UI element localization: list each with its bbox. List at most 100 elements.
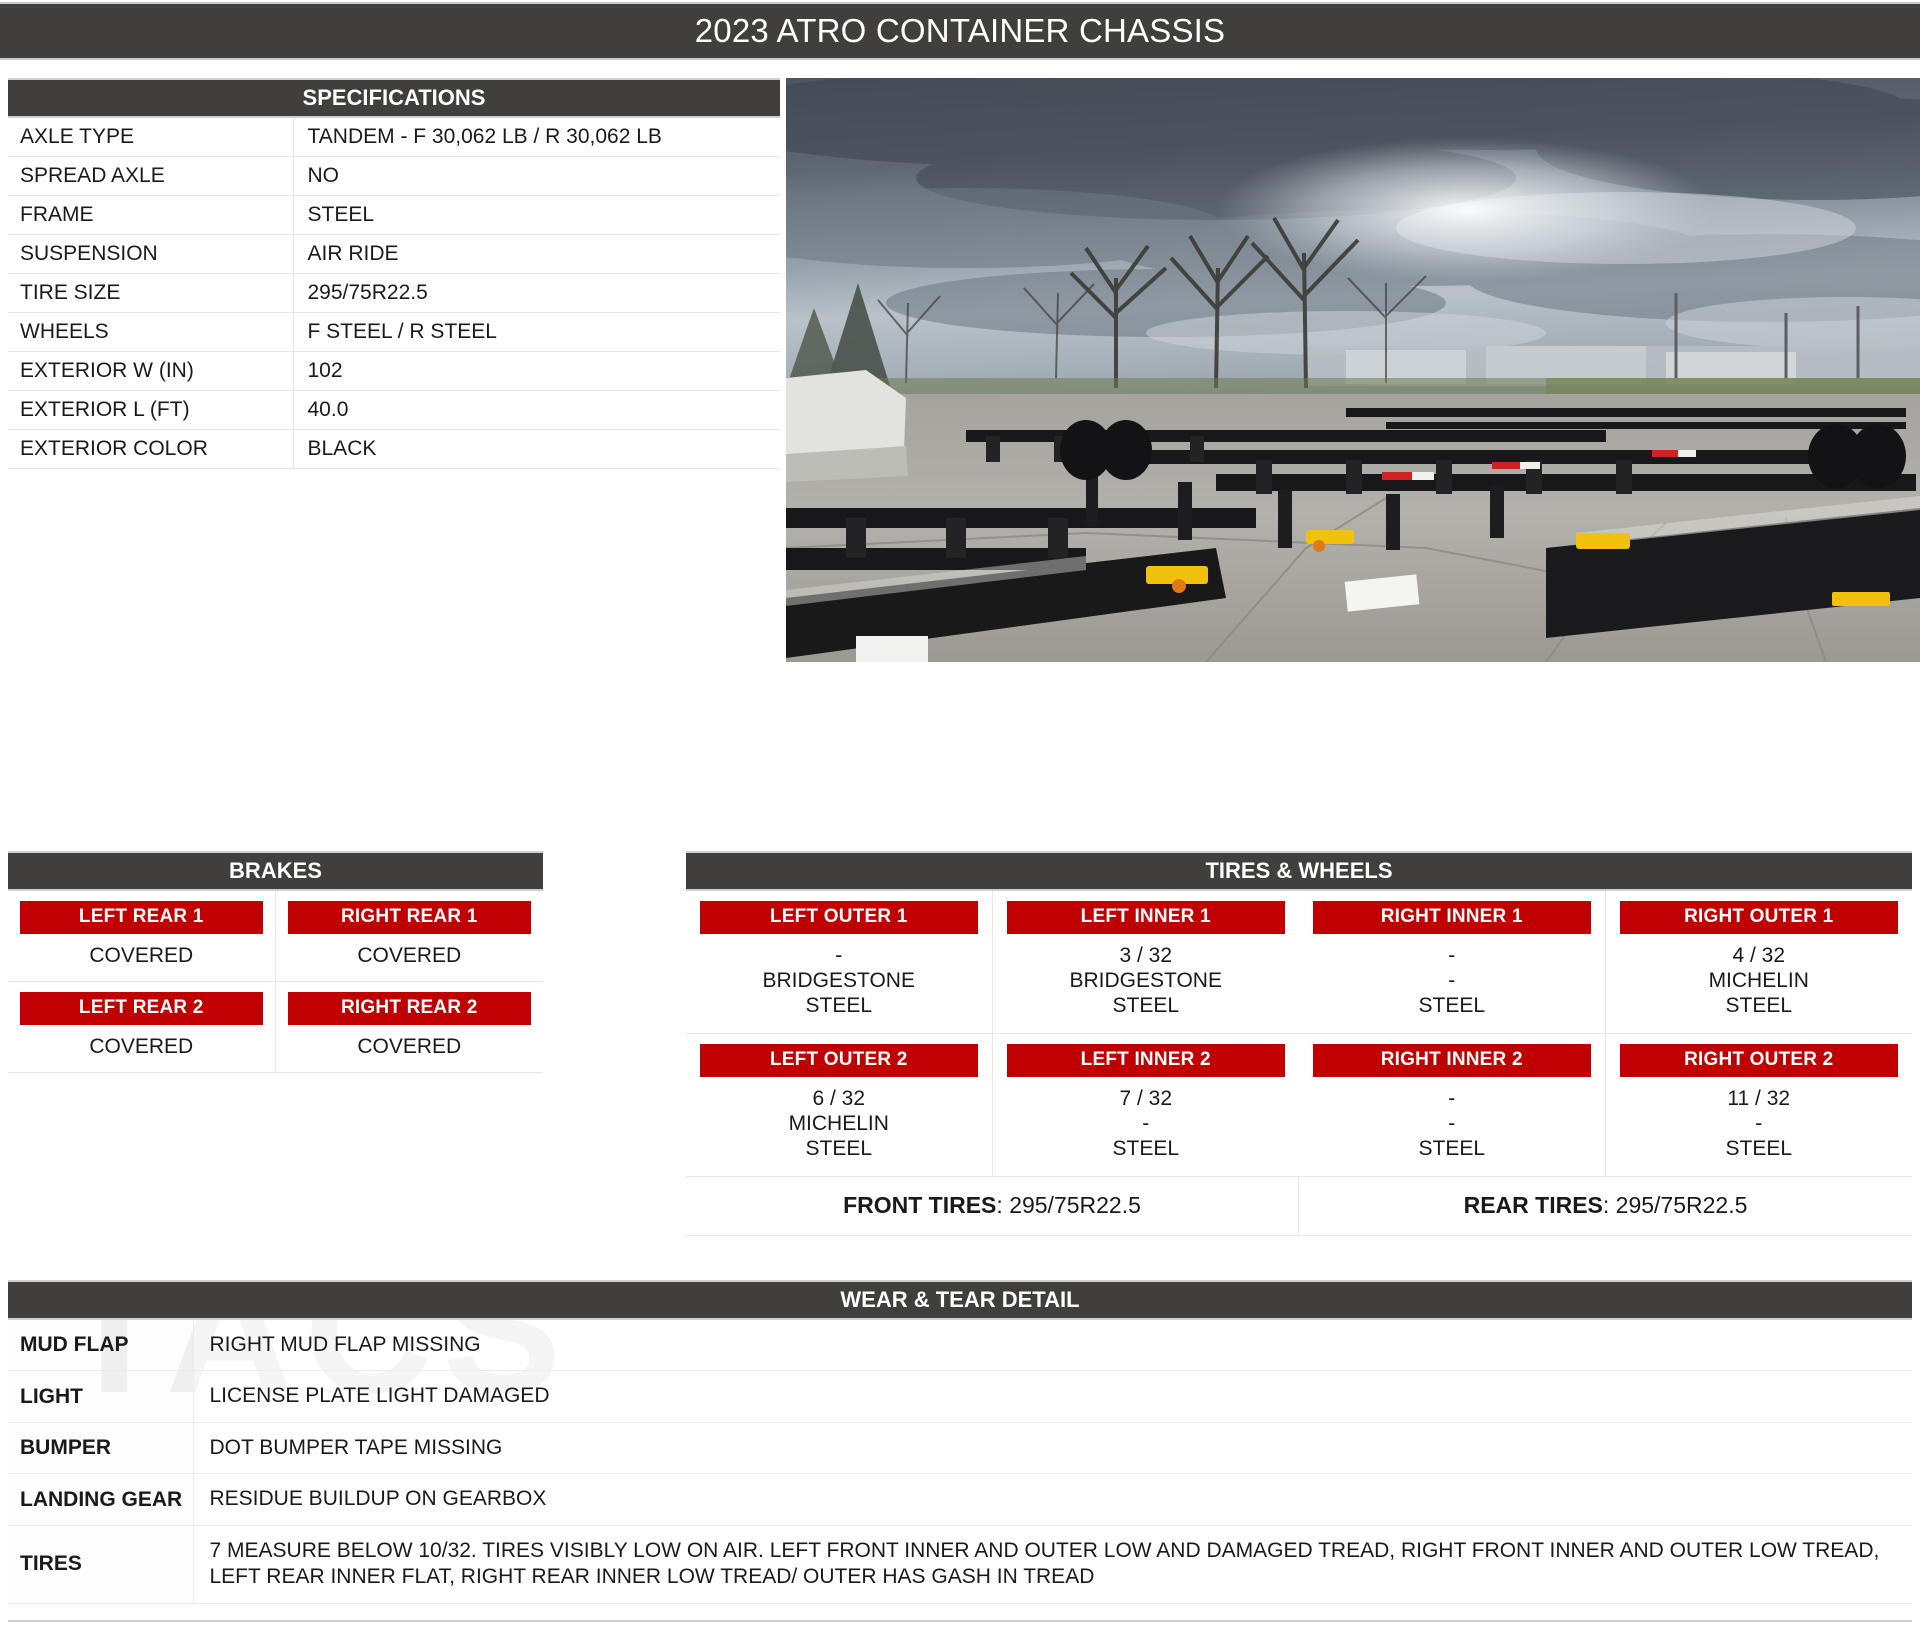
- tire-cell: LEFT OUTER 2 6 / 32 MICHELIN STEEL: [686, 1034, 993, 1177]
- spec-label: SPREAD AXLE: [8, 156, 294, 196]
- brake-cell: RIGHT REAR 1 COVERED: [275, 891, 543, 982]
- tire-brand: -: [1448, 969, 1456, 992]
- spec-label: EXTERIOR COLOR: [8, 429, 294, 469]
- brake-cell: LEFT REAR 1 COVERED: [8, 891, 276, 982]
- wear-tear-label: MUD FLAP: [8, 1320, 194, 1372]
- tire-brand: MICHELIN: [1708, 969, 1809, 992]
- page-bottom-rule: [8, 1619, 1912, 1622]
- tire-brand: -: [1755, 1112, 1763, 1135]
- tire-brand: -: [1142, 1112, 1150, 1135]
- front-tires-colon: :: [996, 1192, 1010, 1218]
- wear-tear-row: LANDING GEAR RESIDUE BUILDUP ON GEARBOX: [8, 1473, 1912, 1526]
- spec-value: 102: [293, 351, 780, 391]
- spec-row: SUSPENSION AIR RIDE: [8, 234, 780, 274]
- specifications-heading: SPECIFICATIONS: [8, 78, 780, 118]
- wear-tear-table: MUD FLAP RIGHT MUD FLAP MISSING LIGHT LICEN…: [8, 1320, 1912, 1604]
- tire-position-label: RIGHT INNER 1: [1313, 901, 1591, 934]
- spec-label: EXTERIOR W (IN): [8, 351, 294, 391]
- brake-cell: LEFT REAR 2 COVERED: [8, 982, 276, 1073]
- wear-tear-row: MUD FLAP RIGHT MUD FLAP MISSING: [8, 1320, 1912, 1372]
- brake-position-label: RIGHT REAR 1: [287, 901, 531, 934]
- spec-row: EXTERIOR COLOR BLACK: [8, 429, 780, 469]
- brake-cell: RIGHT REAR 2 COVERED: [275, 982, 543, 1073]
- tire-tread-depth: -: [1448, 944, 1456, 967]
- wheel-material: STEEL: [1112, 1137, 1180, 1160]
- spec-value: 295/75R22.5: [293, 273, 780, 313]
- wear-tear-section: TACS WEAR & TEAR DETAIL MUD FLAPRIGHT MU…: [8, 1280, 1912, 1622]
- tire-cell: RIGHT INNER 1- - STEEL: [1299, 891, 1606, 1034]
- brakes-section: BRAKES LEFT REAR 1 COVERED RIGHT REAR 1 COV…: [8, 851, 543, 1073]
- brake-position-label: LEFT REAR 1: [20, 901, 263, 934]
- tire-position-label: LEFT OUTER 1: [700, 901, 978, 934]
- wear-tear-value: RIGHT MUD FLAP MISSING: [193, 1320, 1912, 1372]
- brakes-heading: BRAKES: [8, 851, 543, 891]
- wear-tear-row: BUMPER DOT BUMPER TAPE MISSING: [8, 1422, 1912, 1475]
- tire-brand: MICHELIN: [788, 1112, 889, 1135]
- wear-tear-row: TIRES 7 MEASURE BELOW 10/32. TIRES VISIBL…: [8, 1525, 1912, 1604]
- spec-row: FRAME STEEL: [8, 195, 780, 235]
- spec-value: BLACK: [293, 429, 780, 469]
- tires-wheels-heading: TIRES & WHEELS: [686, 851, 1912, 891]
- wear-tear-value: DOT BUMPER TAPE MISSING: [193, 1422, 1912, 1475]
- spec-label: TIRE SIZE: [8, 273, 294, 313]
- tire-tread-depth: 6 / 32: [812, 1087, 866, 1110]
- wheel-material: STEEL: [1725, 994, 1793, 1017]
- tire-cell: RIGHT OUTER 1 4 / 32 MICHELIN STEEL: [1605, 891, 1912, 1034]
- rear-tires-colon: :: [1602, 1192, 1616, 1218]
- spec-value: NO: [293, 156, 780, 196]
- wear-tear-body: WEAR & TEAR DETAIL MUD FLAP RIGHT MUD FLA…: [8, 1280, 1912, 1622]
- tire-position-label: LEFT INNER 2: [1006, 1044, 1285, 1077]
- spec-row: AXLE TYPE TANDEM - F 30,062 LB / R 30,062…: [8, 118, 780, 157]
- specifications-table: AXLE TYPE TANDEM - F 30,062 LB / R 30,062…: [8, 118, 780, 469]
- wheel-material: STEEL: [1725, 1137, 1793, 1160]
- tire-brand: BRIDGESTONE: [762, 969, 915, 992]
- wear-tear-value: RESIDUE BUILDUP ON GEARBOX: [193, 1473, 1912, 1526]
- tire-cell: LEFT OUTER 1 - BRIDGESTONE STEEL: [686, 891, 993, 1034]
- tire-cell: LEFT INNER 1 3 / 32 BRIDGESTONE STEEL: [992, 891, 1299, 1034]
- spec-row: EXTERIOR W (IN) 102: [8, 351, 780, 391]
- brake-status: COVERED: [89, 1035, 194, 1058]
- wear-tear-heading: WEAR & TEAR DETAIL: [8, 1280, 1912, 1320]
- front-tires-label: FRONT TIRES: [843, 1192, 997, 1218]
- spec-label: WHEELS: [8, 312, 294, 352]
- tire-brand: BRIDGESTONE: [1069, 969, 1222, 992]
- rear-tires-value: 295/75R22.5: [1615, 1192, 1748, 1218]
- tires-wheels-section: TIRES & WHEELS LEFT OUTER 1- BRIDGESTONE S…: [686, 851, 1912, 1236]
- brake-status: COVERED: [89, 944, 194, 967]
- inspection-report-page: 2023 ATRO CONTAINER CHASSIS SPECIFICATIO…: [0, 0, 1920, 1634]
- spec-label: SUSPENSION: [8, 234, 294, 274]
- front-tires-value: 295/75R22.5: [1009, 1192, 1141, 1218]
- rear-tires-size: REAR TIRES: 295/75R22.5: [1299, 1177, 1912, 1235]
- spec-label: EXTERIOR L (FT): [8, 390, 294, 430]
- tire-cell: RIGHT INNER 2- - STEEL: [1299, 1034, 1606, 1177]
- tire-tread-depth: -: [835, 944, 843, 967]
- spec-row: EXTERIOR L (FT) 40.0: [8, 390, 780, 430]
- page-title-bar: 2023 ATRO CONTAINER CHASSIS: [0, 2, 1920, 60]
- wear-tear-row: LIGHT LICENSE PLATE LIGHT DAMAGED: [8, 1370, 1912, 1423]
- tire-tread-depth: 11 / 32: [1727, 1087, 1791, 1110]
- tire-tread-depth: -: [1448, 1087, 1456, 1110]
- tires-wheels-grid: LEFT OUTER 1- BRIDGESTONE STEEL LEFT INNER …: [686, 891, 1912, 1177]
- tire-tread-depth: 7 / 32: [1119, 1087, 1173, 1110]
- spec-row: WHEELS F STEEL / R STEEL: [8, 312, 780, 352]
- tire-cell: LEFT INNER 2 7 / 32- STEEL: [992, 1034, 1299, 1177]
- specifications-section: SPECIFICATIONS AXLE TYPE TANDEM - F 30,06…: [8, 78, 780, 469]
- spec-value: AIR RIDE: [293, 234, 780, 274]
- wheel-material: STEEL: [805, 1137, 873, 1160]
- tire-position-label: LEFT OUTER 2: [700, 1044, 978, 1077]
- tire-tread-depth: 3 / 32: [1119, 944, 1173, 967]
- tire-position-label: LEFT INNER 1: [1006, 901, 1285, 934]
- spec-label: FRAME: [8, 195, 294, 235]
- wear-tear-value: 7 MEASURE BELOW 10/32. TIRES VISIBLY LOW…: [193, 1525, 1912, 1604]
- spec-label: AXLE TYPE: [8, 118, 294, 157]
- spec-value: TANDEM - F 30,062 LB / R 30,062 LB: [293, 118, 780, 157]
- tires-size-footer: FRONT TIRES: 295/75R22.5 REAR TIRES: 295…: [686, 1177, 1912, 1236]
- spec-value: F STEEL / R STEEL: [293, 312, 780, 352]
- tire-cell: RIGHT OUTER 2 11 / 32- STEEL: [1605, 1034, 1912, 1177]
- spec-row: TIRE SIZE 295/75R22.5: [8, 273, 780, 313]
- vehicle-photo-image: [786, 78, 1920, 662]
- spec-value: 40.0: [293, 390, 780, 430]
- wear-tear-label: TIRES: [8, 1525, 194, 1604]
- front-tires-size: FRONT TIRES: 295/75R22.5: [686, 1177, 1299, 1235]
- tire-position-label: RIGHT OUTER 1: [1619, 901, 1898, 934]
